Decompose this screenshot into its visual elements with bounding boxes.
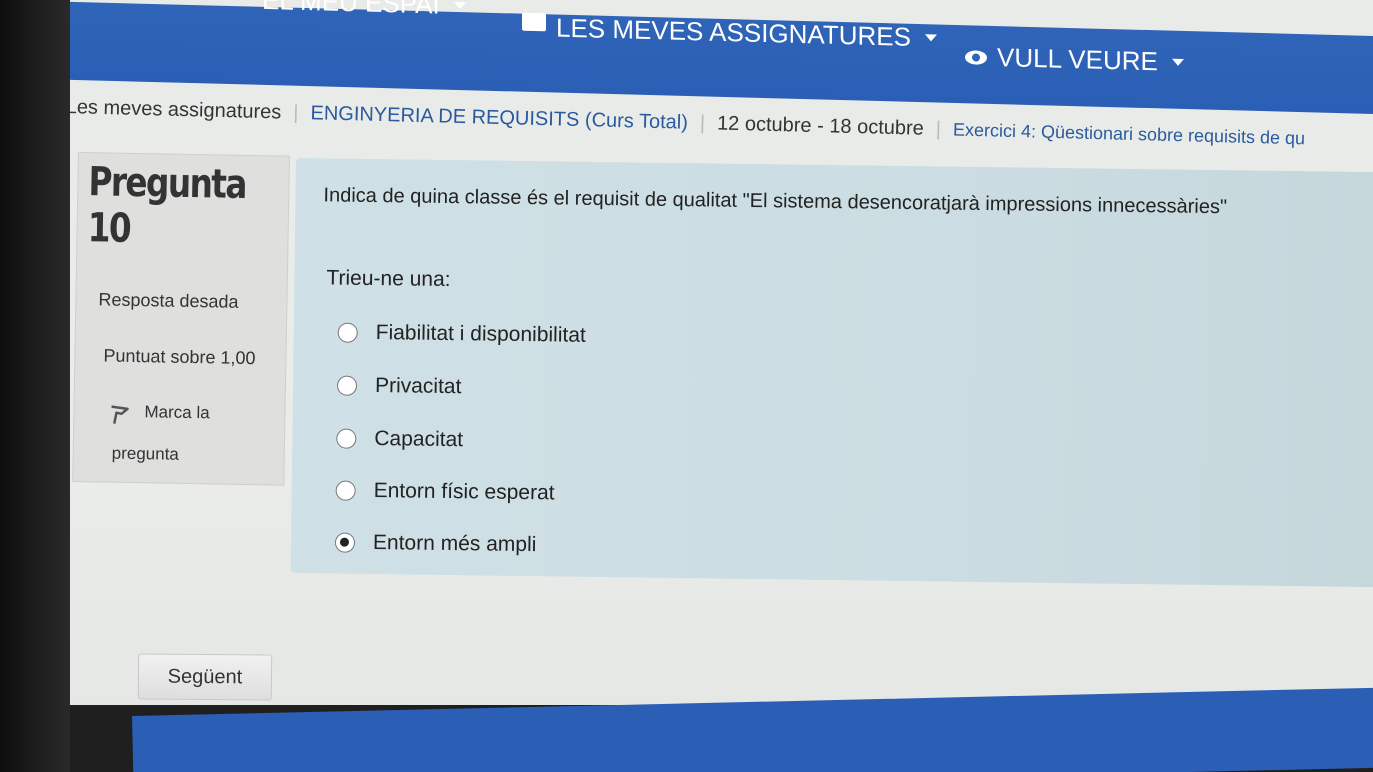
question-score: Puntuat sobre 1,00: [103, 345, 256, 369]
answer-option[interactable]: Entorn físic esperat: [335, 479, 555, 506]
answer-option-label: Fiabilitat i disponibilitat: [375, 321, 586, 347]
chevron-down-icon: [924, 34, 937, 42]
footer-bar: [132, 687, 1373, 772]
breadcrumb-my-courses[interactable]: Les meves assignatures: [65, 96, 281, 123]
top-navbar: EL MEU ESPAI LES MEVES ASSIGNATURES VULL…: [0, 0, 1373, 114]
choose-one-label: Trieu-ne una:: [326, 266, 451, 292]
breadcrumb-week[interactable]: 12 octubre - 18 octubre: [717, 112, 924, 139]
radio-button-checked[interactable]: [334, 532, 356, 553]
answer-option-label: Privacitat: [374, 374, 462, 399]
question-number-heading: Pregunta 10: [87, 159, 246, 254]
answer-option-label: Entorn més ampli: [372, 531, 537, 557]
screen: EL MEU ESPAI LES MEVES ASSIGNATURES VULL…: [0, 0, 1373, 772]
eye-icon: [965, 49, 987, 65]
nav-my-courses-label: LES MEVES ASSIGNATURES: [556, 12, 911, 52]
answer-option[interactable]: Capacitat: [336, 427, 463, 453]
answer-option-label: Entorn físic esperat: [373, 479, 555, 505]
answer-option[interactable]: Fiabilitat i disponibilitat: [337, 321, 586, 348]
question-content: Indica de quina classe és el requisit de…: [290, 158, 1373, 588]
answer-option[interactable]: Privacitat: [336, 374, 462, 400]
breadcrumb-separator: |: [935, 118, 942, 141]
answer-option-selected[interactable]: Entorn més ampli: [334, 531, 537, 558]
question-heading-label: Pregunta: [88, 159, 247, 208]
question-number: 10: [87, 205, 131, 252]
question-status: Resposta desada: [98, 289, 239, 312]
radio-button[interactable]: [336, 375, 358, 396]
radio-button[interactable]: [337, 322, 358, 343]
flag-question-label-1[interactable]: Marca la: [144, 402, 210, 423]
nav-view-label: VULL VEURE: [997, 42, 1158, 77]
answer-option-label: Capacitat: [374, 427, 464, 452]
breadcrumb-separator: |: [699, 112, 706, 135]
breadcrumb-course[interactable]: ENGINYERIA DE REQUISITS (Curs Total): [310, 102, 688, 134]
chevron-down-icon: [453, 1, 466, 10]
page: EL MEU ESPAI LES MEVES ASSIGNATURES VULL…: [0, 0, 1373, 772]
breadcrumb-separator: |: [293, 101, 299, 124]
radio-button[interactable]: [336, 428, 357, 449]
nav-my-space-label: EL MEU ESPAI: [262, 0, 440, 20]
nav-my-space[interactable]: EL MEU ESPAI: [262, 0, 466, 21]
radio-button[interactable]: [335, 480, 356, 501]
flag-icon[interactable]: [108, 404, 130, 426]
flag-question-label-2[interactable]: pregunta: [112, 444, 179, 465]
breadcrumb-quiz[interactable]: Exercici 4: Qüestionari sobre requisits …: [953, 119, 1306, 148]
nav-my-courses[interactable]: LES MEVES ASSIGNATURES: [522, 12, 937, 54]
calendar-icon: [522, 12, 546, 31]
question-text: Indica de quina classe és el requisit de…: [323, 184, 1228, 219]
nav-view[interactable]: VULL VEURE: [965, 41, 1184, 78]
screen-bezel: [0, 0, 70, 772]
chevron-down-icon: [1171, 58, 1184, 67]
question-info-panel: Pregunta 10 Resposta desada Puntuat sobr…: [72, 152, 290, 486]
next-page-button[interactable]: Següent: [137, 653, 273, 701]
